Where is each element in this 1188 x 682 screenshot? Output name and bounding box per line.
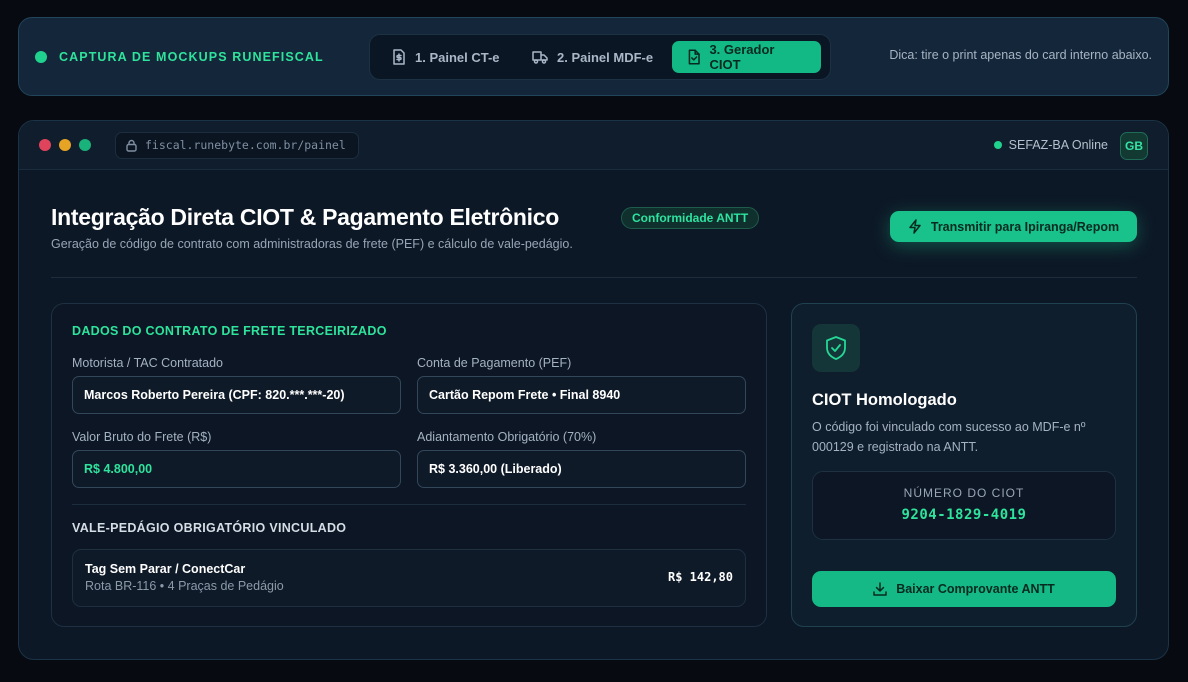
sefaz-status-text: SEFAZ-BA Online bbox=[1008, 138, 1108, 152]
lightning-icon bbox=[909, 219, 921, 234]
payment-account-label: Conta de Pagamento (PEF) bbox=[417, 356, 572, 370]
window-controls bbox=[39, 139, 99, 151]
tab-label: 3. Gerador CIOT bbox=[709, 42, 775, 72]
mockup-tabs: 1. Painel CT-e 2. Painel MDF-e 3. Gerado… bbox=[369, 34, 831, 80]
truck-icon bbox=[532, 51, 548, 64]
download-receipt-button[interactable]: Baixar Comprovante ANTT bbox=[812, 571, 1116, 607]
driver-field[interactable]: Marcos Roberto Pereira (CPF: 820.***.***… bbox=[72, 376, 401, 414]
page-title: Integração Direta CIOT & Pagamento Eletr… bbox=[51, 204, 559, 230]
transmit-button-label: Transmitir para Ipiranga/Repom bbox=[930, 219, 1120, 234]
capture-hint: Dica: tire o print apenas do card intern… bbox=[889, 48, 1152, 62]
capture-toolbar: CAPTURA DE MOCKUPS RUNEFISCAL 1. Painel … bbox=[18, 17, 1169, 96]
window-titlebar: fiscal.runebyte.com.br/painel SEFAZ-BA O… bbox=[19, 121, 1168, 170]
ciot-number-box: NÚMERO DO CIOT 9204-1829-4019 bbox=[812, 471, 1116, 540]
gross-value-label: Valor Bruto do Frete (R$) bbox=[72, 430, 212, 444]
payment-account-field[interactable]: Cartão Repom Frete • Final 8940 bbox=[417, 376, 746, 414]
advance-field[interactable]: R$ 3.360,00 (Liberado) bbox=[417, 450, 746, 488]
ciot-card: CIOT Homologado O código foi vinculado c… bbox=[791, 303, 1137, 627]
address-bar[interactable]: fiscal.runebyte.com.br/painel bbox=[115, 131, 359, 159]
live-indicator-dot bbox=[35, 50, 47, 63]
online-status-dot bbox=[993, 141, 1002, 149]
contract-divider bbox=[72, 504, 746, 505]
transmit-button[interactable]: Transmitir para Ipiranga/Repom bbox=[890, 211, 1137, 242]
advance-label: Adiantamento Obrigatório (70%) bbox=[417, 430, 597, 444]
address-url: fiscal.runebyte.com.br/painel bbox=[145, 138, 346, 152]
lock-icon bbox=[126, 139, 137, 152]
download-button-label: Baixar Comprovante ANTT bbox=[896, 582, 1055, 596]
driver-label: Motorista / TAC Contratado bbox=[72, 356, 223, 370]
minimize-window-button[interactable] bbox=[59, 139, 71, 151]
toll-name: Tag Sem Parar / ConectCar bbox=[85, 562, 246, 576]
capture-title: CAPTURA DE MOCKUPS RUNEFISCAL bbox=[59, 49, 324, 64]
gross-value-field[interactable]: R$ 4.800,00 bbox=[72, 450, 401, 488]
toll-value: R$ 142,80 bbox=[667, 570, 733, 584]
tab-painel-mdfe[interactable]: 2. Painel MDF-e bbox=[516, 41, 672, 73]
user-avatar[interactable]: GB bbox=[1120, 132, 1148, 160]
download-icon bbox=[873, 582, 887, 596]
sefaz-status: SEFAZ-BA Online bbox=[993, 138, 1108, 152]
header-divider bbox=[51, 277, 1137, 278]
compliance-badge: Conformidade ANTT bbox=[621, 207, 760, 229]
ciot-description: O código foi vinculado com sucesso ao MD… bbox=[812, 420, 1086, 454]
toll-route: Rota BR-116 • 4 Praças de Pedágio bbox=[85, 579, 284, 593]
contract-section-title: DADOS DO CONTRATO DE FRETE TERCEIRIZADO bbox=[72, 324, 387, 338]
maximize-window-button[interactable] bbox=[79, 139, 91, 151]
tab-painel-cte[interactable]: 1. Painel CT-e bbox=[376, 41, 516, 73]
tab-label: 2. Painel MDF-e bbox=[557, 49, 654, 65]
toll-section-title: VALE-PEDÁGIO OBRIGATÓRIO VINCULADO bbox=[72, 521, 347, 535]
page-subtitle: Geração de código de contrato com admini… bbox=[51, 237, 573, 251]
toll-item: Tag Sem Parar / ConectCar Rota BR-116 • … bbox=[72, 549, 746, 607]
tab-gerador-ciot[interactable]: 3. Gerador CIOT bbox=[672, 41, 821, 73]
capture-brand: CAPTURA DE MOCKUPS RUNEFISCAL bbox=[35, 50, 324, 64]
app-window: fiscal.runebyte.com.br/painel SEFAZ-BA O… bbox=[18, 120, 1169, 660]
tab-label: 1. Painel CT-e bbox=[415, 49, 500, 65]
document-dollar-icon bbox=[393, 49, 405, 65]
ciot-number: 9204-1829-4019 bbox=[901, 507, 1027, 523]
close-window-button[interactable] bbox=[39, 139, 51, 151]
shield-check-icon-box bbox=[812, 324, 860, 372]
ciot-title: CIOT Homologado bbox=[812, 391, 957, 409]
shield-check-icon bbox=[826, 336, 846, 360]
contract-card: DADOS DO CONTRATO DE FRETE TERCEIRIZADO … bbox=[51, 303, 767, 627]
ciot-number-label: NÚMERO DO CIOT bbox=[903, 486, 1025, 500]
file-icon bbox=[688, 49, 700, 65]
